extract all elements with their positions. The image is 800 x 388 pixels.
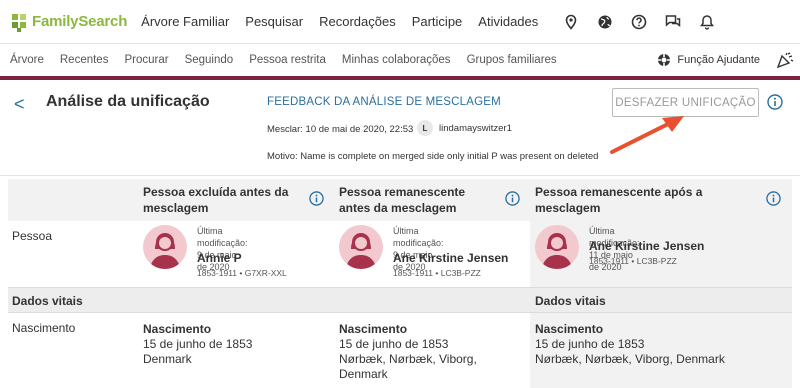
column-header-surviving-before: Pessoa remanescente antes da mesclagem: [339, 184, 465, 216]
top-icons: [563, 0, 800, 44]
logo-tree-icon: [10, 12, 30, 32]
annotation-arrow-icon: [610, 116, 684, 154]
person-name[interactable]: Annie P: [197, 251, 242, 265]
female-avatar-icon: [143, 225, 187, 269]
chat-icon[interactable]: [665, 14, 681, 30]
column-header-surviving-after: Pessoa remanescente após a mesclagem: [535, 184, 702, 216]
info-icon[interactable]: [767, 94, 783, 110]
user-avatar: L: [417, 120, 433, 136]
person-lifespan-id: 1853-1911 • LC3B-PZZ: [589, 256, 677, 266]
person-lifespan-id: 1853-1911 • G7XR-XXL: [197, 268, 287, 278]
birth-place: Nørbæk, Nørbæk, Viborg,: [339, 352, 477, 366]
birth-surviving-before: Nascimento 15 de junho de 1853 Nørbæk, N…: [339, 322, 477, 382]
header-divider: [0, 175, 800, 176]
birth-title: Nascimento: [143, 322, 212, 336]
helper-role-label: Função Ajudante: [677, 54, 760, 66]
birth-date: 15 de junho de 1853: [143, 337, 253, 351]
subnav-procurar[interactable]: Procurar: [124, 54, 168, 66]
page-title: Análise da unificação: [46, 93, 210, 110]
nav-divider-bar: [0, 76, 800, 80]
merge-feedback-link[interactable]: FEEDBACK DA ANÁLISE DE MESCLAGEM: [267, 96, 501, 108]
info-icon[interactable]: [309, 191, 324, 206]
subnav-pessoa-restrita[interactable]: Pessoa restrita: [249, 54, 326, 66]
info-icon[interactable]: [505, 191, 520, 206]
subnav-recentes[interactable]: Recentes: [60, 54, 109, 66]
column-header-line: Pessoa excluída antes da: [143, 185, 289, 199]
birth-place: Denmark: [143, 352, 192, 366]
person-row-label: Pessoa: [12, 229, 53, 243]
column-header-line: Pessoa remanescente: [339, 185, 466, 199]
last-modified: Última modificação: 9 de maio de 2020: [393, 225, 444, 273]
top-navigation: FamilySearch Árvore Familiar Pesquisar R…: [0, 0, 800, 44]
nav-pesquisar[interactable]: Pesquisar: [245, 14, 303, 29]
column-header-line: antes da mesclagem: [339, 201, 457, 215]
merge-user[interactable]: L lindamayswitzer1: [417, 120, 512, 136]
info-icon[interactable]: [766, 191, 781, 206]
birth-title: Nascimento: [339, 322, 408, 336]
vitals-section-label: Dados vitais: [12, 294, 83, 308]
birth-place-cont: Denmark: [339, 367, 388, 381]
birth-surviving-after: Nascimento 15 de junho de 1853 Nørbæk, N…: [535, 322, 725, 367]
familysearch-logo[interactable]: FamilySearch: [10, 12, 127, 32]
lifebuoy-icon: [658, 54, 671, 66]
column-header-deleted: Pessoa excluída antes da mesclagem: [143, 184, 288, 216]
birth-title: Nascimento: [535, 322, 604, 336]
birth-place: Nørbæk, Nørbæk, Viborg, Denmark: [535, 352, 725, 366]
birth-deleted: Nascimento 15 de junho de 1853 Denmark: [143, 322, 252, 367]
subnav-arvore[interactable]: Árvore: [10, 54, 44, 66]
bell-icon[interactable]: [699, 14, 715, 30]
nav-participe[interactable]: Participe: [412, 14, 463, 29]
vitals-section-row: Dados vitais Dados vitais: [8, 287, 792, 313]
main-nav: Árvore Familiar Pesquisar Recordações Pa…: [141, 14, 554, 29]
merge-reason: Motivo: Name is complete on merged side …: [267, 151, 599, 162]
person-row: Pessoa Última modificação: 9 de maio de …: [8, 221, 792, 287]
helper-role-button[interactable]: Função Ajudante: [657, 44, 760, 76]
tree-subnav: Árvore Recentes Procurar Seguindo Pessoa…: [0, 44, 800, 76]
back-button[interactable]: <: [14, 94, 25, 115]
birth-row: Nascimento Nascimento 15 de junho de 185…: [8, 313, 792, 388]
person-lifespan-id: 1853-1911 • LC3B-PZZ: [393, 268, 481, 278]
user-name: lindamayswitzer1: [439, 122, 512, 134]
column-header-line: Pessoa remanescente após a: [535, 185, 703, 199]
logo-text: FamilySearch: [32, 13, 128, 30]
subnav-grupos-familiares[interactable]: Grupos familiares: [467, 54, 557, 66]
birth-date: 15 de junho de 1853: [535, 337, 645, 351]
vitals-section-label-right: Dados vitais: [535, 294, 606, 308]
nav-recordacoes[interactable]: Recordações: [319, 14, 396, 29]
birth-row-label: Nascimento: [12, 321, 76, 335]
globe-icon[interactable]: [597, 14, 613, 30]
female-avatar-icon: [339, 225, 383, 269]
party-popper-icon[interactable]: [776, 52, 794, 68]
nav-arvore-familiar[interactable]: Árvore Familiar: [141, 14, 229, 29]
person-name[interactable]: Ane Kirstine Jensen: [393, 251, 508, 265]
merge-date: Mesclar: 10 de mai de 2020, 22:53: [267, 124, 414, 135]
person-name[interactable]: Ane Kirstine Jensen: [589, 239, 704, 253]
column-header-line: mesclagem: [143, 201, 209, 215]
column-header-line: mesclagem: [535, 201, 601, 215]
last-modified: Última modificação: 9 de maio de 2020: [197, 225, 248, 273]
location-icon[interactable]: [563, 14, 579, 30]
birth-date: 15 de junho de 1853: [339, 337, 449, 351]
female-avatar-icon: [535, 225, 579, 269]
help-icon[interactable]: [631, 14, 647, 30]
subnav-seguindo[interactable]: Seguindo: [185, 54, 234, 66]
table-header-row: Pessoa excluída antes da mesclagem Pesso…: [8, 179, 792, 221]
nav-atividades[interactable]: Atividades: [478, 14, 538, 29]
subnav-minhas-colaboracoes[interactable]: Minhas colaborações: [342, 54, 451, 66]
